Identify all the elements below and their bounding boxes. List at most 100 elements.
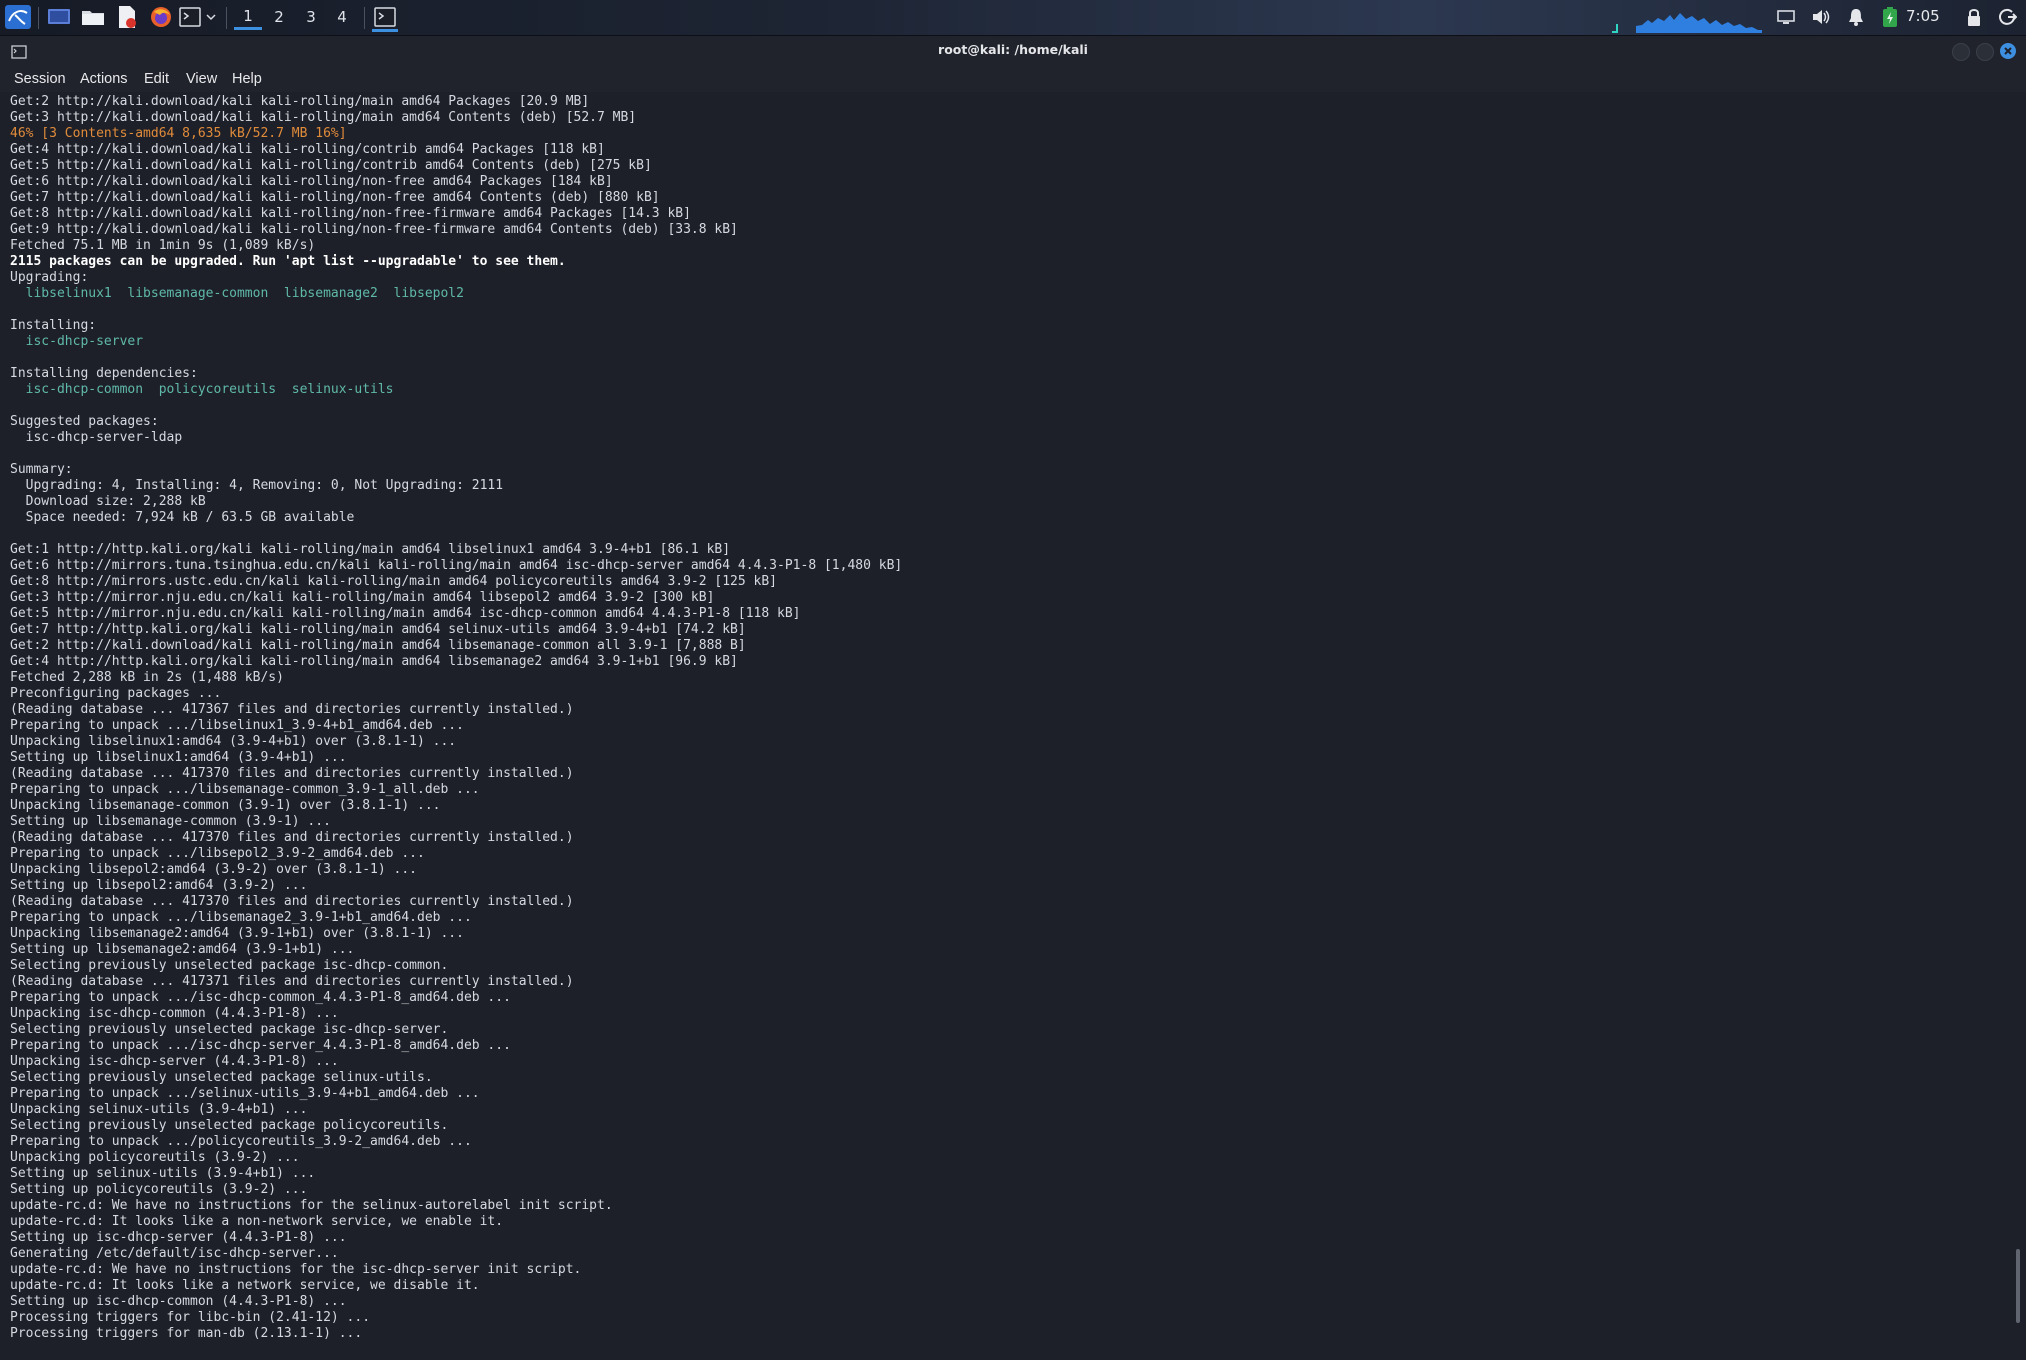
close-icon (2004, 47, 2012, 55)
notifications-icon[interactable] (1844, 5, 1868, 29)
title-bar[interactable]: root@kali: /home/kali (0, 36, 2026, 66)
terminal-line: Get:5 http://mirror.nju.edu.cn/kali kali… (10, 606, 801, 621)
terminal-line: Unpacking selinux-utils (3.9-4+b1) ... (10, 1102, 308, 1117)
terminal-line: update-rc.d: We have no instructions for… (10, 1262, 582, 1277)
terminal-line: Installing: (10, 318, 97, 333)
terminal-line: libselinux1 libsemanage-common libsemana… (10, 286, 464, 301)
workspace-1[interactable]: 1 (234, 4, 262, 30)
terminal-line: Upgrading: (10, 270, 89, 285)
terminal-line: Unpacking libsemanage-common (3.9-1) ove… (10, 798, 441, 813)
window-title: root@kali: /home/kali (938, 42, 1088, 57)
terminal-line: Unpacking policycoreutils (3.9-2) ... (10, 1150, 300, 1165)
workspace-4[interactable]: 4 (328, 4, 356, 30)
workspace-3[interactable]: 3 (297, 4, 325, 30)
terminal-line: Selecting previously unselected package … (10, 1022, 449, 1037)
maximize-button[interactable] (1976, 43, 1994, 61)
scrollbar[interactable] (2016, 1249, 2020, 1323)
terminal-line: Preparing to unpack .../isc-dhcp-server_… (10, 1038, 511, 1053)
file-manager-icon[interactable] (80, 5, 106, 29)
terminal-icon[interactable] (178, 5, 202, 29)
terminal-line: Setting up policycoreutils (3.9-2) ... (10, 1182, 308, 1197)
terminal-line: Unpacking libselinux1:amd64 (3.9-4+b1) o… (10, 734, 457, 749)
network-monitor-icon[interactable] (1612, 6, 1762, 33)
battery-icon[interactable] (1878, 5, 1902, 29)
logout-icon[interactable] (1996, 5, 2020, 29)
menu-help[interactable]: Help (232, 71, 262, 87)
desktop-icon[interactable] (46, 5, 72, 29)
terminal-line: 46% [3 Contents-amd64 8,635 kB/52.7 MB 1… (10, 126, 347, 141)
menu-bar: Session Actions Edit View Help (0, 66, 2026, 92)
clock[interactable]: 7:05 (1906, 7, 1940, 25)
terminal-line: Get:4 http://http.kali.org/kali kali-rol… (10, 654, 738, 669)
terminal-line: (Reading database ... 417367 files and d… (10, 702, 574, 717)
terminal-line: Get:9 http://kali.download/kali kali-rol… (10, 222, 738, 237)
terminal-line: (Reading database ... 417370 files and d… (10, 830, 574, 845)
terminal-line: Preparing to unpack .../libsemanage2_3.9… (10, 910, 472, 925)
terminal-line: Space needed: 7,924 kB / 63.5 GB availab… (10, 510, 355, 525)
workspace-2[interactable]: 2 (265, 4, 293, 30)
terminal-line: Generating /etc/default/isc-dhcp-server.… (10, 1246, 339, 1261)
terminal-line: isc-dhcp-common policycoreutils selinux-… (10, 382, 394, 397)
firefox-icon[interactable] (148, 5, 174, 29)
terminal-line: Setting up libsemanage-common (3.9-1) ..… (10, 814, 331, 829)
menu-session[interactable]: Session (14, 71, 66, 87)
terminal-line: Get:3 http://mirror.nju.edu.cn/kali kali… (10, 590, 715, 605)
taskbar-separator (364, 7, 365, 29)
terminal-line: Selecting previously unselected package … (10, 1118, 449, 1133)
terminal-line: Get:3 http://kali.download/kali kali-rol… (10, 110, 637, 125)
terminal-line: Get:5 http://kali.download/kali kali-rol… (10, 158, 652, 173)
terminal-line: Get:6 http://mirrors.tuna.tsinghua.edu.c… (10, 558, 903, 573)
minimize-button[interactable] (1952, 43, 1970, 61)
lock-icon[interactable] (1962, 5, 1986, 29)
terminal-window: root@kali: /home/kali Session Actions Ed… (0, 36, 2026, 1360)
terminal-line: Installing dependencies: (10, 366, 198, 381)
terminal-output[interactable]: Get:2 http://kali.download/kali kali-rol… (0, 92, 2016, 1356)
terminal-line: Setting up isc-dhcp-common (4.4.3-P1-8) … (10, 1294, 347, 1309)
terminal-line: Unpacking libsepol2:amd64 (3.9-2) over (… (10, 862, 417, 877)
terminal-line: Preparing to unpack .../isc-dhcp-common_… (10, 990, 511, 1005)
terminal-line: Setting up isc-dhcp-server (4.4.3-P1-8) … (10, 1230, 347, 1245)
terminal-lines: Get:2 http://kali.download/kali kali-rol… (10, 94, 902, 1342)
terminal-line: Preparing to unpack .../selinux-utils_3.… (10, 1086, 480, 1101)
terminal-task-icon[interactable] (372, 5, 398, 32)
volume-icon[interactable] (1809, 5, 1833, 29)
terminal-line: Setting up libsemanage2:amd64 (3.9-1+b1)… (10, 942, 355, 957)
close-button[interactable] (2000, 43, 2016, 59)
terminal-line: isc-dhcp-server-ldap (10, 430, 183, 445)
terminal-line: Get:8 http://kali.download/kali kali-rol… (10, 206, 691, 221)
menu-edit[interactable]: Edit (144, 71, 169, 87)
terminal-line: Upgrading: 4, Installing: 4, Removing: 0… (10, 478, 504, 493)
terminal-line: Setting up selinux-utils (3.9-4+b1) ... (10, 1166, 316, 1181)
terminal-line: Fetched 75.1 MB in 1min 9s (1,089 kB/s) (10, 238, 316, 253)
kali-menu-icon[interactable] (4, 5, 32, 29)
dropdown-icon[interactable] (204, 5, 218, 29)
terminal-line: Get:2 http://kali.download/kali kali-rol… (10, 638, 746, 653)
terminal-line: isc-dhcp-server (10, 334, 144, 349)
terminal-line: update-rc.d: It looks like a network ser… (10, 1278, 480, 1293)
taskbar-separator (38, 7, 39, 29)
terminal-line: Preparing to unpack .../policycoreutils_… (10, 1134, 472, 1149)
terminal-line: Setting up libsepol2:amd64 (3.9-2) ... (10, 878, 308, 893)
terminal-line: Download size: 2,288 kB (10, 494, 206, 509)
terminal-line: Processing triggers for libc-bin (2.41-1… (10, 1310, 371, 1325)
terminal-line: Get:8 http://mirrors.ustc.edu.cn/kali ka… (10, 574, 778, 589)
terminal-line: Suggested packages: (10, 414, 159, 429)
terminal-line: Preparing to unpack .../libselinux1_3.9-… (10, 718, 464, 733)
terminal-line: Get:4 http://kali.download/kali kali-rol… (10, 142, 605, 157)
terminal-line: Summary: (10, 462, 73, 477)
terminal-line: update-rc.d: It looks like a non-network… (10, 1214, 504, 1229)
menu-actions[interactable]: Actions (80, 71, 128, 87)
terminal-line: Fetched 2,288 kB in 2s (1,488 kB/s) (10, 670, 284, 685)
terminal-line: Preconfiguring packages ... (10, 686, 222, 701)
terminal-line: (Reading database ... 417370 files and d… (10, 894, 574, 909)
display-icon[interactable] (1774, 5, 1798, 29)
terminal-line: Selecting previously unselected package … (10, 958, 449, 973)
terminal-line: Get:1 http://http.kali.org/kali kali-rol… (10, 542, 731, 557)
taskbar-separator (226, 7, 227, 29)
terminal-line: Preparing to unpack .../libsepol2_3.9-2_… (10, 846, 425, 861)
menu-view[interactable]: View (186, 71, 217, 87)
text-editor-icon[interactable] (114, 5, 140, 29)
